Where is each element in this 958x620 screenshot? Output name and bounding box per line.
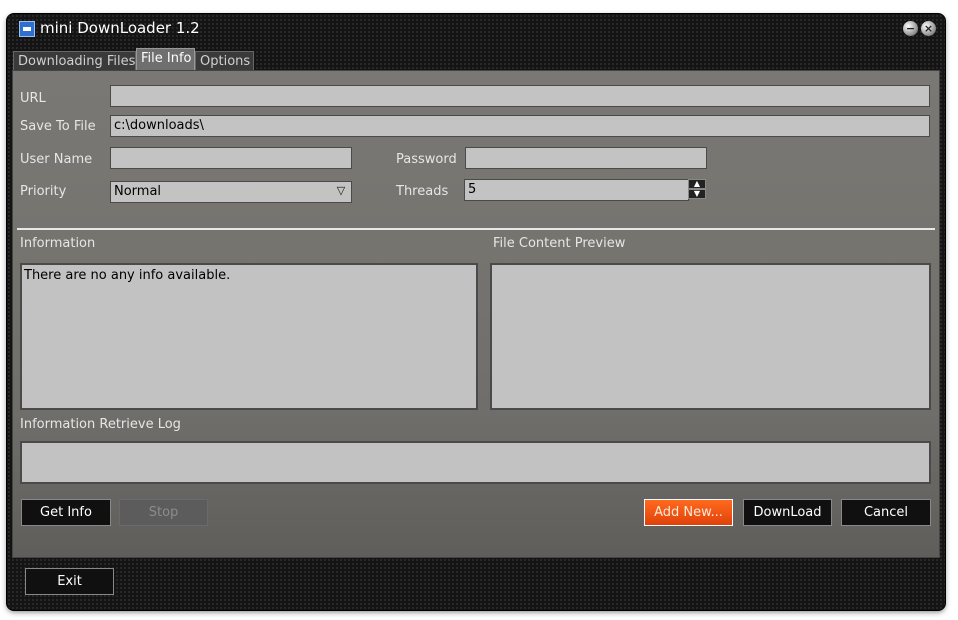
section-divider	[17, 228, 935, 230]
retrieve-log-box[interactable]	[20, 441, 931, 484]
add-new-button[interactable]: Add New...	[644, 499, 733, 526]
priority-label: Priority	[20, 184, 67, 199]
password-label: Password	[396, 152, 457, 167]
file-content-preview-box[interactable]	[490, 263, 931, 410]
tab-file-info[interactable]: File Info	[136, 48, 195, 70]
minimize-icon[interactable]: −	[903, 21, 918, 36]
spin-up-icon[interactable]: ▲	[688, 179, 706, 189]
save-to-file-label: Save To File	[20, 119, 96, 134]
title-bar[interactable]: mini DownLoader 1.2 − ×	[7, 14, 945, 44]
user-name-input[interactable]	[110, 147, 352, 169]
stop-button[interactable]: Stop	[119, 499, 208, 526]
retrieve-log-label: Information Retrieve Log	[20, 417, 181, 432]
app-window: mini DownLoader 1.2 − × Downloading File…	[7, 14, 945, 610]
download-button[interactable]: DownLoad	[743, 499, 832, 526]
priority-select[interactable]: Normal ▽	[110, 181, 352, 203]
spin-down-icon[interactable]: ▼	[688, 189, 706, 199]
priority-value: Normal	[114, 184, 162, 199]
url-label: URL	[20, 91, 46, 106]
chevron-down-icon[interactable]: ▽	[335, 185, 347, 197]
get-info-button[interactable]: Get Info	[21, 499, 111, 526]
tab-downloading-files[interactable]: Downloading Files	[13, 51, 136, 70]
threads-input[interactable]: 5	[464, 179, 689, 201]
exit-button[interactable]: Exit	[25, 568, 114, 595]
information-label: Information	[20, 236, 96, 251]
information-box[interactable]: There are no any info available.	[20, 263, 478, 410]
tab-options[interactable]: Options	[195, 51, 254, 70]
threads-stepper[interactable]: ▲ ▼	[688, 179, 706, 201]
file-info-panel: URL Save To File c:\downloads\ User Name…	[12, 70, 940, 558]
user-name-label: User Name	[20, 152, 93, 167]
save-to-file-input[interactable]: c:\downloads\	[110, 115, 930, 137]
cancel-button[interactable]: Cancel	[841, 499, 931, 526]
file-content-preview-label: File Content Preview	[493, 236, 626, 251]
url-input[interactable]	[110, 85, 930, 107]
threads-label: Threads	[396, 184, 449, 199]
window-title: mini DownLoader 1.2	[40, 19, 200, 37]
app-icon	[19, 21, 35, 37]
footer-bar: Exit	[7, 558, 945, 610]
close-icon[interactable]: ×	[921, 21, 936, 36]
password-input[interactable]	[465, 147, 707, 169]
